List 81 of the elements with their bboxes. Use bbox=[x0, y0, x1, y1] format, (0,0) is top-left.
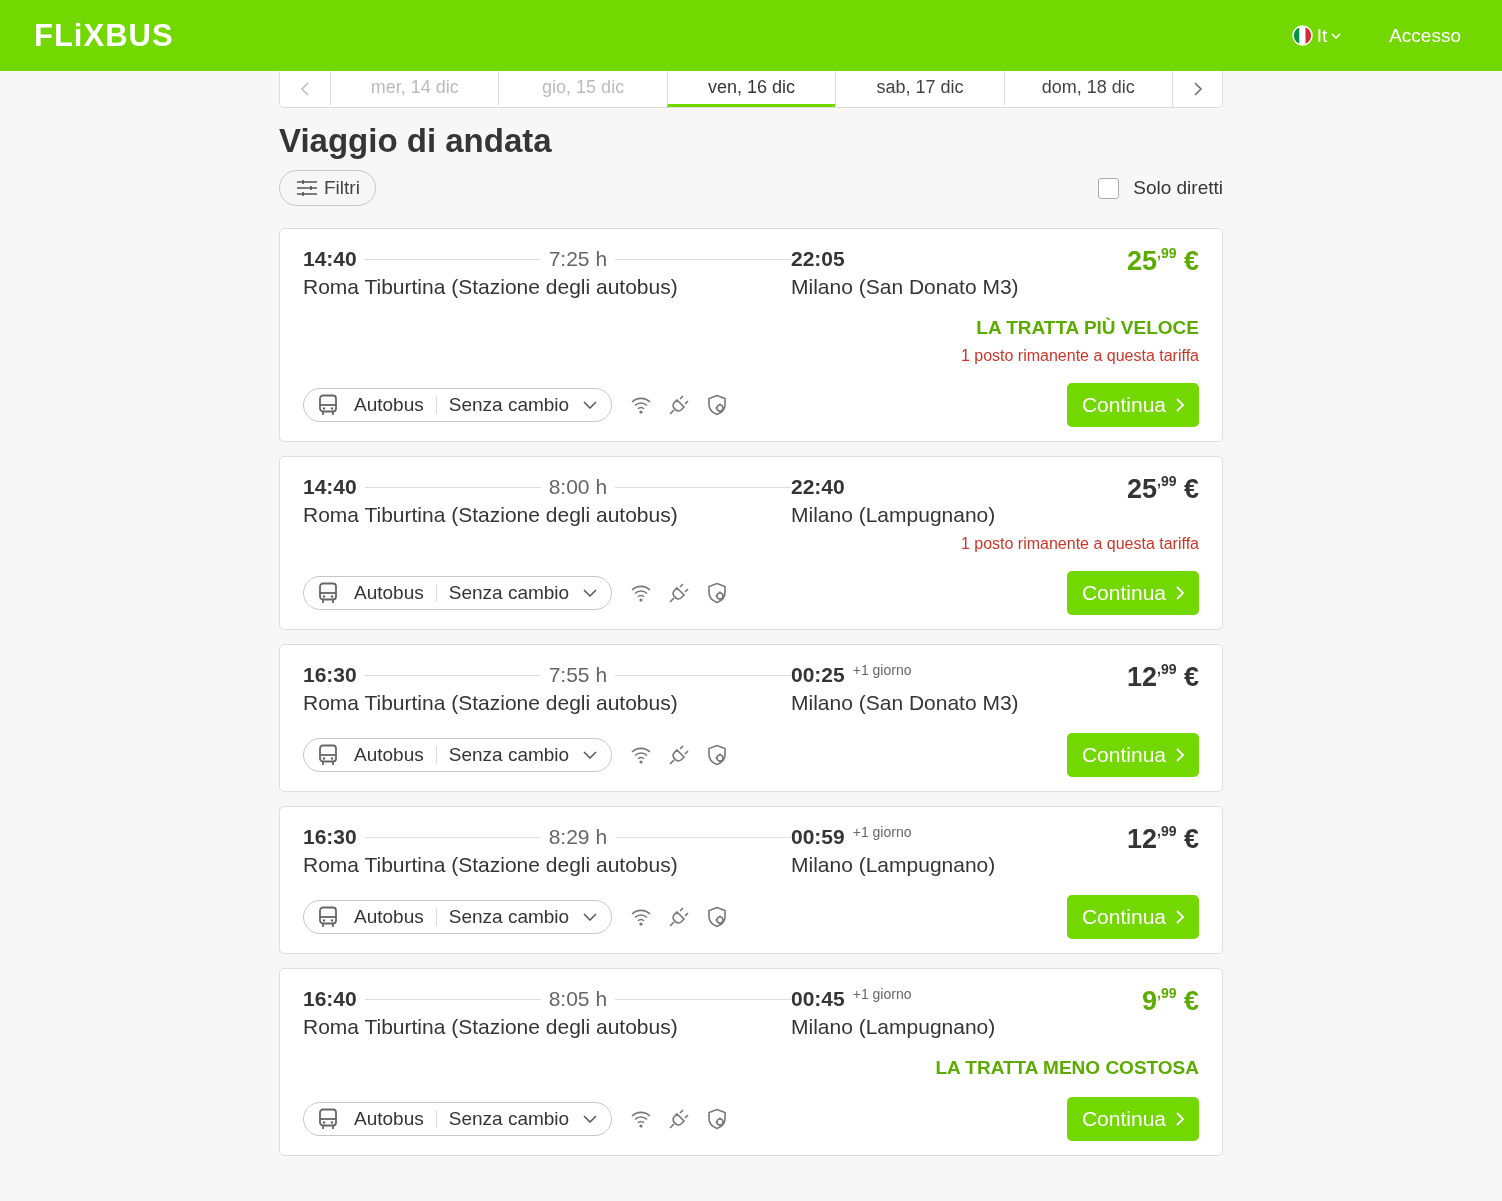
departure-station: Roma Tiburtina (Stazione degli autobus) bbox=[303, 275, 679, 299]
chevron-down-icon bbox=[583, 751, 598, 759]
chevron-down-icon bbox=[583, 913, 598, 921]
chevron-down-icon bbox=[583, 1115, 598, 1123]
trip-duration: 8:29 h bbox=[548, 825, 608, 849]
bus-icon bbox=[318, 582, 338, 604]
chevron-down-icon bbox=[1331, 32, 1342, 39]
chevron-right-icon bbox=[1193, 82, 1202, 96]
arrival-station: Milano (San Donato M3) bbox=[791, 691, 1020, 715]
next-day-note: +1 giorno bbox=[852, 824, 912, 840]
departure-station: Roma Tiburtina (Stazione degli autobus) bbox=[303, 691, 679, 715]
departure-station: Roma Tiburtina (Stazione degli autobus) bbox=[303, 503, 679, 527]
departure-time: 16:30 bbox=[303, 663, 357, 687]
trip-duration: 7:55 h bbox=[548, 663, 608, 687]
seats-left-note: 1 posto rimanente a questa tariffa bbox=[959, 347, 1199, 365]
chevron-down-icon bbox=[583, 401, 598, 409]
shield-gear-icon bbox=[706, 394, 729, 416]
shield-gear-icon bbox=[706, 744, 729, 766]
plug-icon bbox=[668, 744, 691, 766]
plug-icon bbox=[668, 582, 691, 604]
price: 9$^{,99}$ € bbox=[1141, 985, 1199, 1017]
price: 12$^{,99}$ € bbox=[1126, 823, 1199, 855]
language-selector[interactable]: It bbox=[1291, 24, 1342, 47]
price: 12$^{,99}$ € bbox=[1126, 661, 1199, 693]
logo[interactable]: FLiXBUS bbox=[34, 17, 174, 54]
continue-button[interactable]: Continua bbox=[1066, 383, 1199, 427]
date-tab[interactable]: dom, 18 dic bbox=[1003, 71, 1173, 107]
departure-time: 14:40 bbox=[303, 475, 357, 499]
date-tab[interactable]: sab, 17 dic bbox=[835, 71, 1004, 107]
chevron-right-icon bbox=[1176, 748, 1184, 762]
checkbox[interactable] bbox=[1098, 177, 1120, 199]
flag-icon bbox=[1291, 25, 1313, 46]
date-tab[interactable]: ven, 16 dic bbox=[666, 71, 836, 107]
bus-icon bbox=[318, 744, 338, 766]
departure-station: Roma Tiburtina (Stazione degli autobus) bbox=[303, 853, 679, 877]
chevron-down-icon bbox=[583, 589, 598, 597]
login-link[interactable]: Accesso bbox=[1389, 24, 1461, 47]
plug-icon bbox=[668, 1108, 691, 1130]
arrival-station: Milano (Lampugnano) bbox=[791, 853, 997, 877]
route-highlight: LA TRATTA MENO COSTOSA bbox=[934, 1057, 1199, 1079]
trip-duration: 8:00 h bbox=[548, 475, 608, 499]
sliders-icon bbox=[296, 179, 318, 197]
continue-button[interactable]: Continua bbox=[1066, 733, 1199, 777]
departure-time: 14:40 bbox=[303, 247, 357, 271]
chevron-right-icon bbox=[1176, 398, 1184, 412]
seats-left-note: 1 posto rimanente a questa tariffa bbox=[959, 535, 1199, 553]
departure-station: Roma Tiburtina (Stazione degli autobus) bbox=[303, 1015, 679, 1039]
arrival-time: 22:40 bbox=[791, 475, 845, 499]
bus-icon bbox=[318, 394, 338, 416]
trip-duration: 7:25 h bbox=[548, 247, 608, 271]
checkbox-label: Solo diretti bbox=[1133, 177, 1223, 199]
arrival-station: Milano (Lampugnano) bbox=[791, 503, 997, 527]
bus-icon bbox=[318, 1108, 338, 1130]
departure-time: 16:40 bbox=[303, 987, 357, 1011]
trip-duration: 8:05 h bbox=[548, 987, 608, 1011]
price: 25$^{,99}$ € bbox=[1126, 473, 1199, 505]
continue-button[interactable]: Continua bbox=[1066, 571, 1199, 615]
plug-icon bbox=[668, 394, 691, 416]
route-highlight: LA TRATTA PIÙ VELOCE bbox=[975, 317, 1199, 339]
shield-gear-icon bbox=[706, 582, 729, 604]
arrival-station: Milano (Lampugnano) bbox=[791, 1015, 997, 1039]
arrival-time: 22:05 bbox=[791, 247, 845, 271]
departure-time: 16:30 bbox=[303, 825, 357, 849]
next-day-note: +1 giorno bbox=[852, 662, 912, 678]
chevron-right-icon bbox=[1176, 1112, 1184, 1126]
arrival-station: Milano (San Donato M3) bbox=[791, 275, 1020, 299]
price: 25$^{,99}$ € bbox=[1126, 245, 1199, 277]
chevron-right-icon bbox=[1176, 910, 1184, 924]
next-day-note: +1 giorno bbox=[852, 986, 912, 1002]
shield-gear-icon bbox=[706, 1108, 729, 1130]
continue-button[interactable]: Continua bbox=[1066, 895, 1199, 939]
page-title: Viaggio di andata bbox=[279, 122, 553, 160]
arrival-time: 00:45 bbox=[791, 987, 845, 1011]
shield-gear-icon bbox=[706, 906, 729, 928]
arrival-time: 00:59 bbox=[791, 825, 845, 849]
chevron-left-icon bbox=[301, 82, 309, 96]
chevron-right-icon bbox=[1176, 586, 1184, 600]
arrival-time: 00:25 bbox=[791, 663, 845, 687]
bus-icon bbox=[318, 906, 338, 928]
plug-icon bbox=[668, 906, 691, 928]
continue-button[interactable]: Continua bbox=[1066, 1097, 1199, 1141]
